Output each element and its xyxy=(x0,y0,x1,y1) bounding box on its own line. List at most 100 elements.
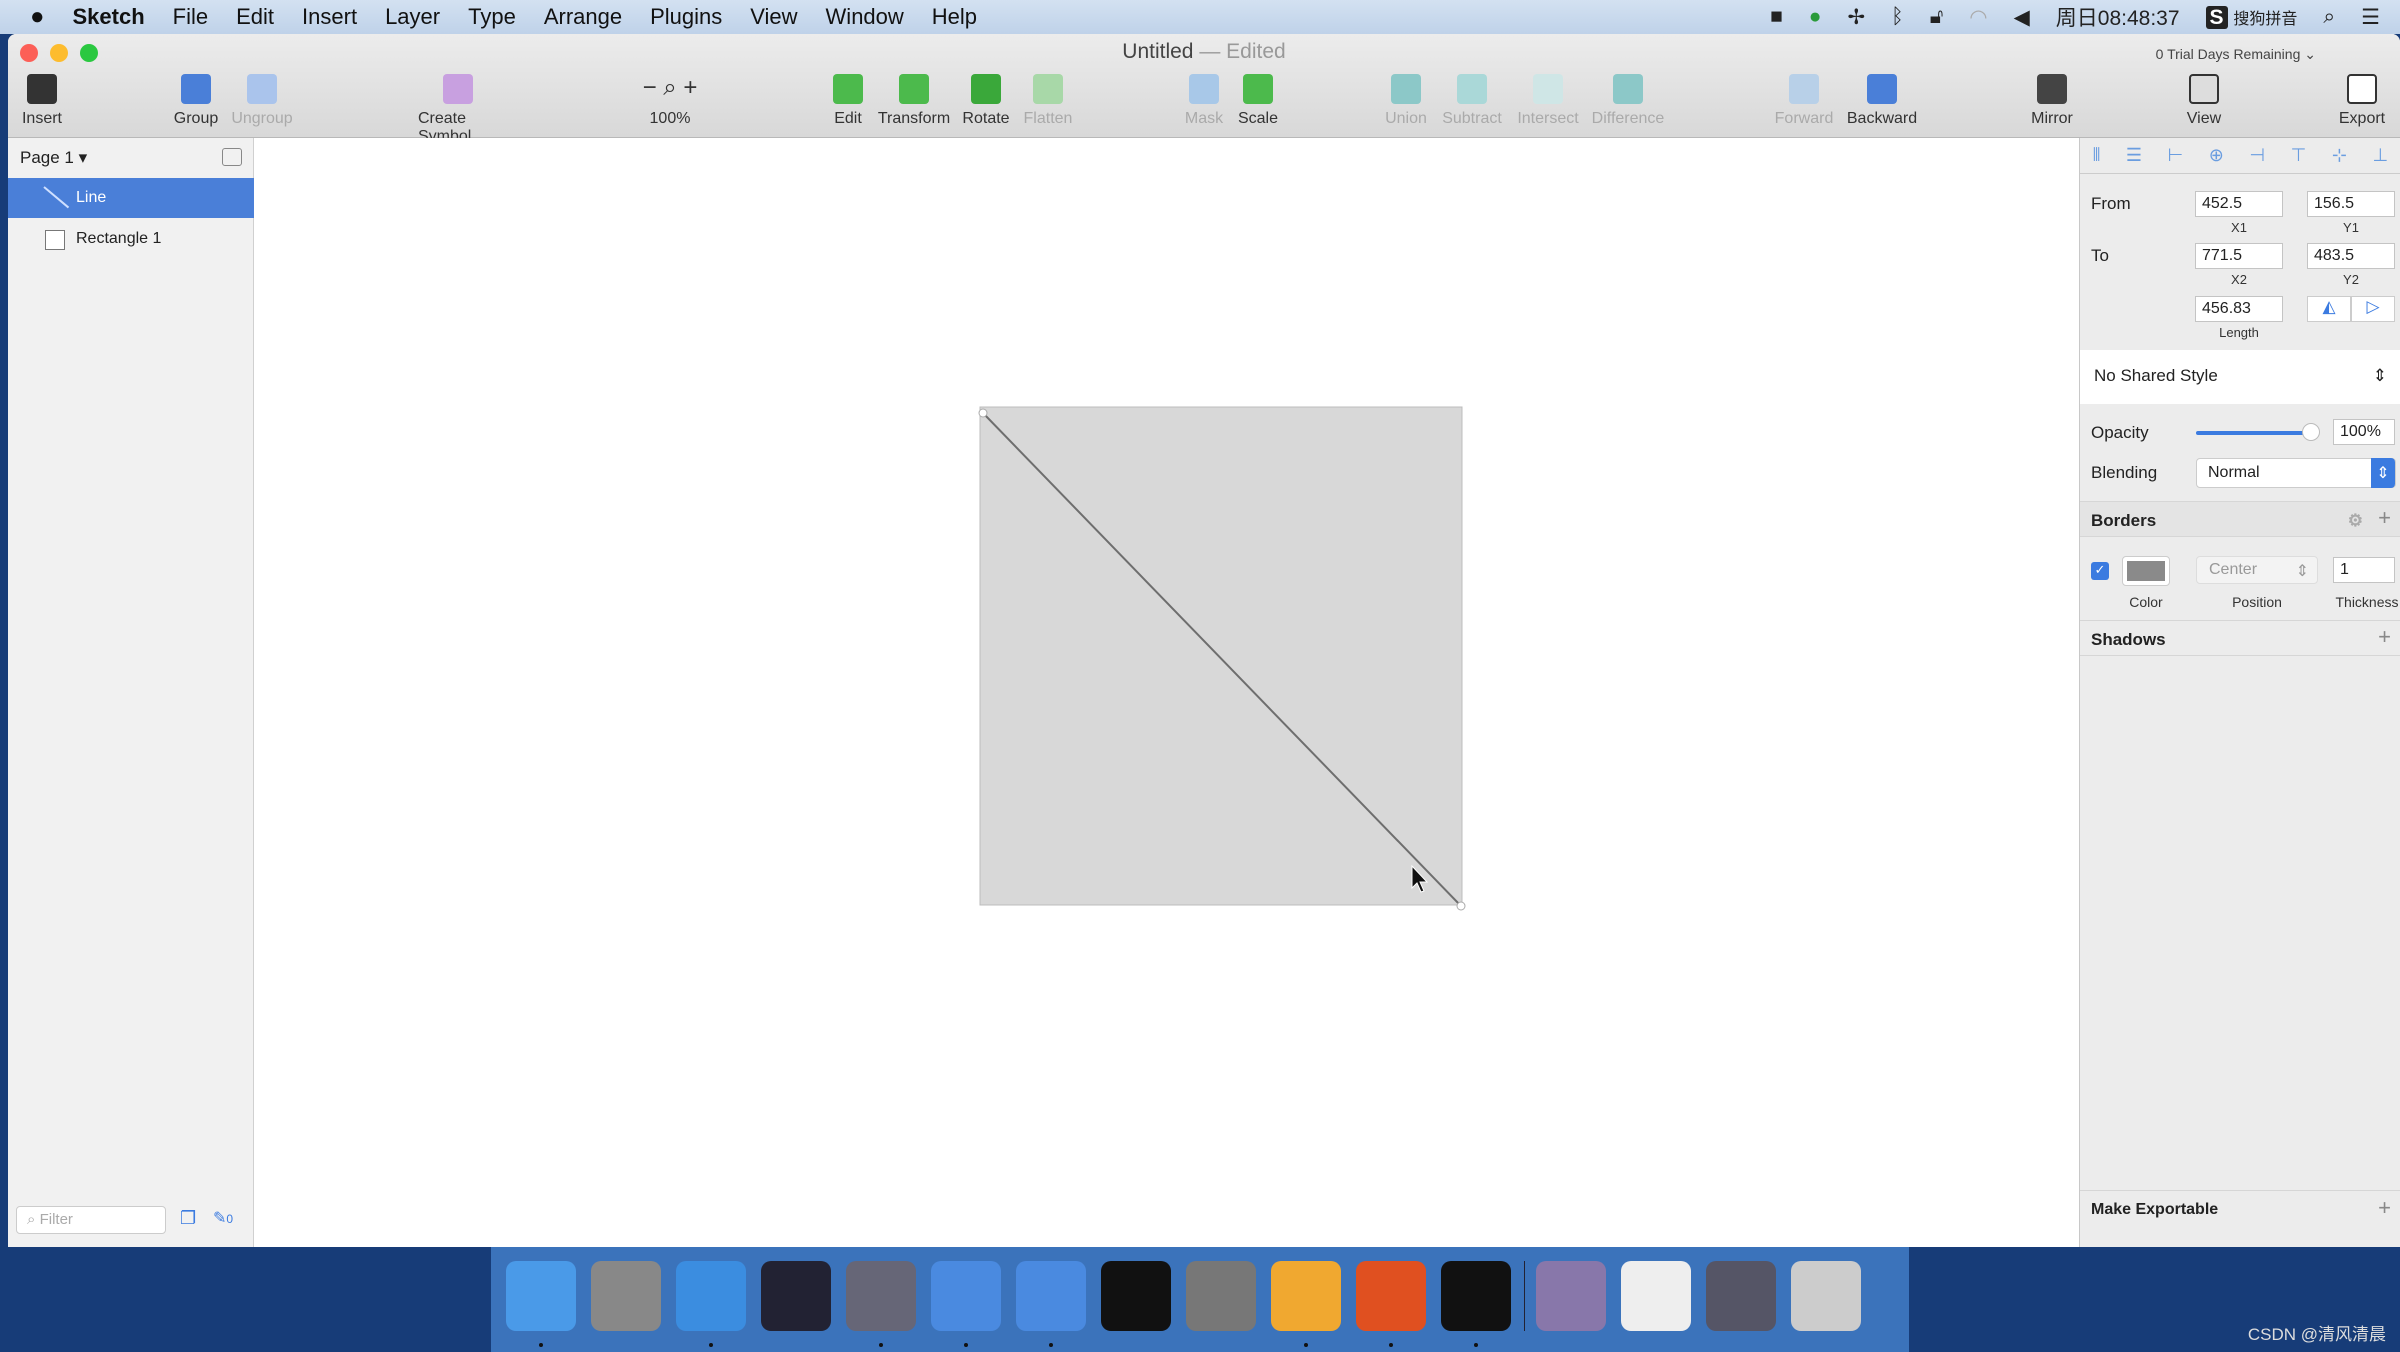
edit-pen-icon[interactable]: ✎0 xyxy=(213,1208,233,1228)
menu-view[interactable]: View xyxy=(750,4,797,30)
blending-select[interactable]: Normal ⇕ xyxy=(2196,458,2396,488)
dock-screen-sharing-icon[interactable] xyxy=(1706,1261,1776,1331)
border-position-select[interactable]: Center ⇕ xyxy=(2196,556,2318,584)
toolbar-label: Edit xyxy=(834,110,862,127)
opacity-slider-thumb[interactable] xyxy=(2302,423,2320,441)
collapse-icon[interactable] xyxy=(222,148,242,166)
menu-file[interactable]: File xyxy=(173,4,208,30)
search-icon[interactable]: ⌕ xyxy=(2323,5,2335,29)
flatten-button[interactable]: Flatten xyxy=(1008,74,1088,128)
border-color-swatch[interactable] xyxy=(2122,556,2170,586)
difference-button[interactable]: Difference xyxy=(1588,74,1668,128)
dock-finder-icon[interactable] xyxy=(506,1261,576,1331)
backward-button[interactable]: Backward xyxy=(1842,74,1922,128)
artboard-drawing[interactable] xyxy=(255,138,2078,1247)
y2-field[interactable]: 483.5 xyxy=(2307,243,2395,269)
subtract-button[interactable]: Subtract xyxy=(1432,74,1512,128)
menu-help[interactable]: Help xyxy=(932,4,977,30)
shared-style-select[interactable]: No Shared Style ⇕ xyxy=(2080,350,2400,404)
menu-edit[interactable]: Edit xyxy=(236,4,274,30)
dock-video-icon[interactable] xyxy=(846,1261,916,1331)
pages-icon[interactable]: ❐ xyxy=(180,1208,196,1229)
add-border-icon[interactable]: + xyxy=(2378,505,2391,531)
thickness-label: Thickness xyxy=(2335,594,2399,610)
forward-button[interactable]: Forward xyxy=(1764,74,1844,128)
filter-input[interactable]: ⌕ Filter xyxy=(16,1206,166,1234)
flip-vertical-button[interactable]: ▷ xyxy=(2351,296,2395,322)
apple-icon[interactable]: ● xyxy=(30,3,45,31)
opacity-field[interactable]: 100% xyxy=(2333,419,2395,445)
transform-button[interactable]: Transform xyxy=(874,74,954,128)
list-icon[interactable]: ☰ xyxy=(2361,5,2380,30)
view-icon xyxy=(2189,74,2219,104)
create-symbol-button[interactable]: Create Symbol xyxy=(418,74,498,146)
lock-icon[interactable]: 🔓︎ xyxy=(1930,5,1944,29)
wifi-icon[interactable]: ◠ xyxy=(1969,5,1987,30)
100-button[interactable]: − ⌕ + 100% xyxy=(630,74,710,128)
dock-xcode-icon[interactable] xyxy=(931,1261,1001,1331)
dock-safari-icon[interactable] xyxy=(676,1261,746,1331)
scale-button[interactable]: Scale xyxy=(1218,74,1298,128)
ime-menu[interactable]: S 搜狗拼音 xyxy=(2205,5,2297,30)
dock-simulator-icon[interactable] xyxy=(1016,1261,1086,1331)
dock-launchpad-icon[interactable] xyxy=(591,1261,661,1331)
add-shadow-icon[interactable]: + xyxy=(2378,624,2391,650)
add-export-icon[interactable]: + xyxy=(2378,1195,2391,1221)
menu-layer[interactable]: Layer xyxy=(385,4,440,30)
export-icon xyxy=(2347,74,2377,104)
align-middle-icon[interactable]: ⊹ xyxy=(2332,145,2347,166)
intersect-button[interactable]: Intersect xyxy=(1508,74,1588,128)
bluetooth-icon[interactable]: ᛒ xyxy=(1891,5,1904,29)
view-button[interactable]: View xyxy=(2164,74,2244,128)
dock-preview-icon[interactable] xyxy=(1621,1261,1691,1331)
menu-arrange[interactable]: Arrange xyxy=(544,4,622,30)
align-top-icon[interactable]: ⊤ xyxy=(2291,145,2307,166)
page-selector[interactable]: Page 1 ▾ xyxy=(20,148,87,168)
dock-mouse-icon[interactable] xyxy=(761,1261,831,1331)
dock-system-preferences-icon[interactable] xyxy=(1186,1261,1256,1331)
dock-sketch-icon[interactable] xyxy=(1271,1261,1341,1331)
x2-field[interactable]: 771.5 xyxy=(2195,243,2283,269)
dock-trash-icon[interactable] xyxy=(1791,1261,1861,1331)
export-button[interactable]: Export xyxy=(2322,74,2400,128)
trial-menu[interactable]: 0 Trial Days Remaining ⌄ xyxy=(2156,46,2316,63)
dock-media-player-icon[interactable] xyxy=(1536,1261,1606,1331)
flip-horizontal-button[interactable]: ◭ xyxy=(2307,296,2351,322)
align-right-icon[interactable]: ⊣ xyxy=(2249,145,2265,166)
y1-field[interactable]: 156.5 xyxy=(2307,191,2395,217)
distribute-h-icon[interactable]: ⫴ xyxy=(2093,145,2101,166)
align-left-icon[interactable]: ⊢ xyxy=(2168,145,2184,166)
gear-icon[interactable]: ⚙ xyxy=(2348,511,2363,531)
layer-line[interactable]: Line xyxy=(8,178,254,218)
menu-app[interactable]: Sketch xyxy=(73,4,145,30)
border-thickness-field[interactable]: 1 xyxy=(2333,557,2395,583)
dock-powerpoint-icon[interactable] xyxy=(1356,1261,1426,1331)
opacity-slider[interactable] xyxy=(2196,431,2312,435)
length-field[interactable]: 456.83 xyxy=(2195,296,2283,322)
line-icon xyxy=(43,186,70,209)
volume-icon[interactable]: ◀ xyxy=(2014,5,2030,30)
canvas[interactable] xyxy=(255,138,2078,1247)
border-checkbox[interactable]: ✓ xyxy=(2091,562,2109,580)
layer-rectangle[interactable]: Rectangle 1 xyxy=(8,219,254,259)
clock[interactable]: 周日08:48:37 xyxy=(2056,2,2180,32)
mirror-button[interactable]: Mirror xyxy=(2012,74,2092,128)
distribute-v-icon[interactable]: ☰ xyxy=(2126,145,2142,166)
menu-type[interactable]: Type xyxy=(468,4,516,30)
align-bottom-icon[interactable]: ⊥ xyxy=(2372,145,2388,166)
menu-plugins[interactable]: Plugins xyxy=(650,4,722,30)
camera-icon[interactable]: ■ xyxy=(1770,5,1783,29)
x1-field[interactable]: 452.5 xyxy=(2195,191,2283,217)
fan-icon[interactable]: ✢ xyxy=(1847,5,1865,30)
dock-console-icon[interactable] xyxy=(1441,1261,1511,1331)
flatten-icon xyxy=(1033,74,1063,104)
make-exportable-header[interactable]: Make Exportable + xyxy=(2080,1190,2400,1230)
play-icon[interactable]: ● xyxy=(1809,5,1822,29)
menu-insert[interactable]: Insert xyxy=(302,4,357,30)
insert-button[interactable]: Insert xyxy=(8,74,82,128)
menu-bar: ● Sketch File Edit Insert Layer Type Arrange P… xyxy=(0,0,2400,34)
dock-terminal-icon[interactable] xyxy=(1101,1261,1171,1331)
ungroup-button[interactable]: Ungroup xyxy=(222,74,302,128)
menu-window[interactable]: Window xyxy=(826,4,904,30)
align-center-icon[interactable]: ⊕ xyxy=(2209,145,2224,166)
